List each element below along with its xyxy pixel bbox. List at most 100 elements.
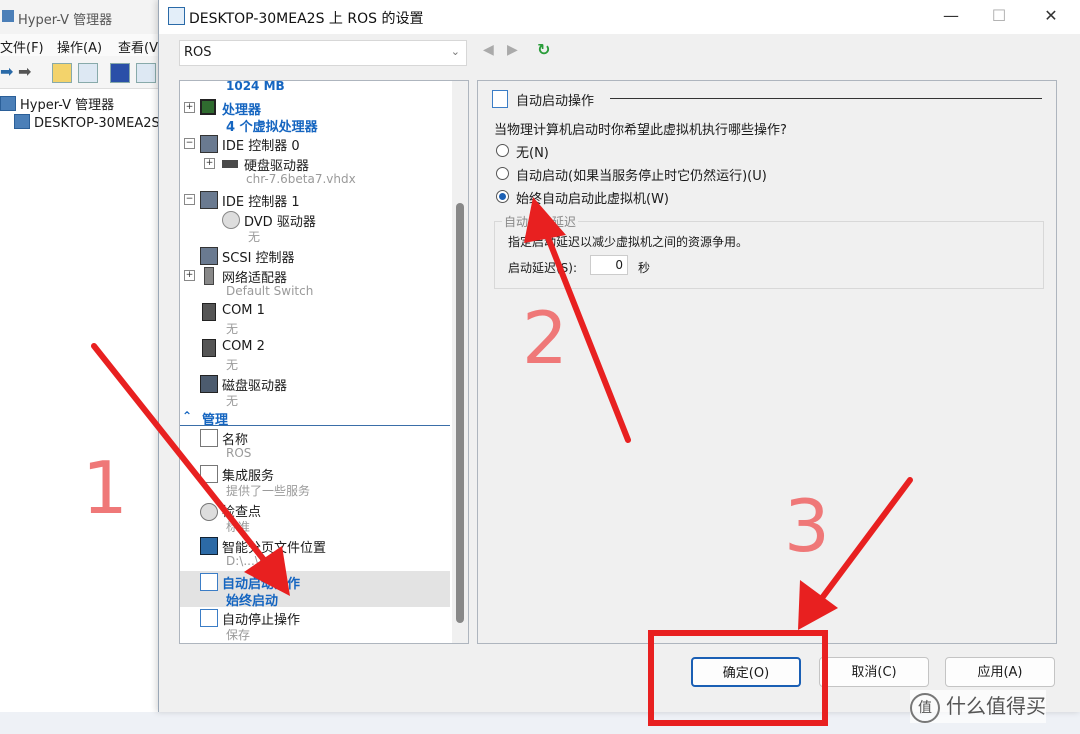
hdd-sub: chr-7.6beta7.vhdx: [246, 172, 356, 186]
heading-rule: [610, 98, 1042, 99]
console-tree-icon[interactable]: [78, 63, 98, 83]
integration-services-icon: [200, 465, 218, 483]
network-sub: Default Switch: [226, 284, 314, 298]
watermark-text: 什么值得买: [946, 694, 1046, 718]
tree-item-dvd[interactable]: DVD 驱动器 无: [180, 211, 450, 245]
chevron-down-icon: ⌄: [450, 45, 460, 58]
memory-value: 1024 MB: [226, 80, 285, 93]
annotation-highlight-box: [648, 630, 828, 726]
startup-delay-unit: 秒: [638, 261, 651, 275]
settings-tree-panel: 1024 MB + 处理器 4 个虚拟处理器 − IDE 控制器 0 + 硬盘驱…: [179, 80, 469, 644]
integration-sub: 提供了一些服务: [226, 484, 311, 498]
dialog-titlebar: DESKTOP-30MEA2S 上 ROS 的设置 — ☐ ✕: [159, 0, 1080, 34]
annotation-number-1: 1: [82, 446, 128, 530]
checkpoint-icon: [200, 503, 218, 521]
back-arrow-icon[interactable]: ➡: [0, 62, 13, 81]
autostart-sub: 始终启动: [226, 594, 279, 609]
nav-forward-button[interactable]: ▶: [507, 42, 518, 58]
expand-icon[interactable]: +: [184, 270, 195, 281]
tree-item-hdd[interactable]: + 硬盘驱动器 chr-7.6beta7.vhdx: [180, 155, 450, 189]
radio-auto-if-running[interactable]: [496, 167, 509, 180]
radio-always-start[interactable]: [496, 190, 509, 203]
maximize-button[interactable]: ☐: [979, 6, 1019, 25]
expand-icon[interactable]: +: [184, 102, 195, 113]
expand-icon[interactable]: +: [204, 158, 215, 169]
network-adapter-icon: [204, 267, 214, 285]
startup-question: 当物理计算机启动时你希望此虚拟机执行哪些操作?: [494, 123, 787, 138]
auto-stop-icon: [200, 609, 218, 627]
processor-sub: 4 个虚拟处理器: [226, 120, 318, 135]
radio-always-start-label[interactable]: 始终自动启动此虚拟机(W): [516, 188, 669, 207]
dvd-icon: [222, 211, 240, 229]
collapse-icon[interactable]: −: [184, 138, 195, 149]
ide-controller-icon: [200, 135, 218, 153]
hyperv-icon: [2, 10, 14, 22]
tree-item-processor[interactable]: + 处理器 4 个虚拟处理器: [180, 99, 450, 135]
startup-delay-input[interactable]: 0: [590, 255, 628, 275]
computer-icon: [14, 114, 30, 129]
folder-up-icon[interactable]: [52, 63, 72, 83]
ide-controller-icon: [200, 191, 218, 209]
radio-none[interactable]: [496, 144, 509, 157]
dvd-sub: 无: [248, 230, 261, 244]
refresh-button[interactable]: ↻: [537, 40, 550, 59]
radio-none-label[interactable]: 无(N): [516, 142, 549, 161]
menu-action[interactable]: 操作(A): [57, 37, 102, 56]
nav-back-button[interactable]: ◀: [483, 42, 494, 58]
annotation-number-3: 3: [784, 484, 830, 568]
auto-start-icon: [492, 90, 508, 108]
tree-item-com2[interactable]: COM 2 无: [180, 339, 450, 373]
scsi-label: SCSI 控制器: [222, 251, 295, 266]
cancel-button[interactable]: 取消(C): [819, 657, 929, 687]
tree-item-integration[interactable]: 集成服务 提供了一些服务: [180, 465, 450, 499]
tree-item-scsi[interactable]: SCSI 控制器: [180, 247, 450, 266]
autostop-sub: 保存: [226, 628, 251, 642]
show-pane-icon[interactable]: [136, 63, 156, 83]
tree-item-paging[interactable]: 智能分页文件位置 D:\...\ROS: [180, 537, 450, 571]
collapse-icon[interactable]: −: [184, 194, 195, 205]
name-sub: ROS: [226, 446, 252, 460]
tree-item-com1[interactable]: COM 1 无: [180, 303, 450, 337]
help-icon[interactable]: [110, 63, 130, 83]
tree-item-name[interactable]: 名称 ROS: [180, 429, 450, 463]
forward-arrow-icon[interactable]: ➡: [18, 62, 31, 81]
ide0-label: IDE 控制器 0: [222, 139, 300, 154]
name-tag-icon: [200, 429, 218, 447]
paging-file-icon: [200, 537, 218, 555]
processor-icon: [200, 99, 216, 115]
menu-file[interactable]: 文件(F): [0, 37, 44, 56]
tree-item-memory[interactable]: 1024 MB: [180, 81, 450, 95]
tree-scrollbar-thumb[interactable]: [456, 203, 464, 623]
tree-item-checkpoint[interactable]: 检查点 标准: [180, 501, 450, 535]
tree-item-ide0[interactable]: − IDE 控制器 0: [180, 135, 450, 154]
minimize-button[interactable]: —: [931, 6, 971, 25]
tree-item-network[interactable]: + 网络适配器 Default Switch: [180, 267, 450, 301]
dialog-title: DESKTOP-30MEA2S 上 ROS 的设置: [189, 11, 424, 27]
tree-desktop-host[interactable]: DESKTOP-30MEA2S: [14, 114, 160, 131]
apply-button[interactable]: 应用(A): [945, 657, 1055, 687]
com-port-icon: [202, 339, 216, 357]
vm-settings-icon: [168, 7, 185, 25]
menu-view[interactable]: 查看(V: [118, 37, 158, 56]
com1-sub: 无: [226, 322, 239, 336]
vm-select-value: ROS: [184, 45, 212, 60]
hard-disk-icon: [222, 160, 238, 168]
hyperv-toolbar: ➡ ➡: [0, 56, 160, 89]
com-port-icon: [202, 303, 216, 321]
tree-item-floppy[interactable]: 磁盘驱动器 无: [180, 375, 450, 409]
startup-delay-legend: 自动启动延迟: [502, 213, 579, 230]
server-icon: [0, 96, 16, 111]
tree-item-autostart[interactable]: 自动启动操作 始终启动: [180, 573, 450, 609]
hyperv-manager-window: Hyper-V 管理器 文件(F) 操作(A) 查看(V ➡ ➡ Hyper-V…: [0, 0, 160, 734]
vm-select-dropdown[interactable]: ROS ⌄: [179, 40, 467, 66]
com1-label: COM 1: [222, 303, 265, 318]
chevron-up-icon: ⌃: [182, 409, 193, 423]
tree-hyperv-manager[interactable]: Hyper-V 管理器: [0, 94, 114, 113]
tree-item-ide1[interactable]: − IDE 控制器 1: [180, 191, 450, 210]
tree-item-autostop[interactable]: 自动停止操作 保存: [180, 609, 450, 643]
hyperv-menu-bar: 文件(F) 操作(A) 查看(V: [0, 34, 160, 56]
floppy-disk-icon: [200, 375, 218, 393]
radio-auto-if-running-label[interactable]: 自动启动(如果当服务停止时它仍然运行)(U): [516, 165, 767, 184]
annotation-number-2: 2: [522, 296, 568, 380]
close-button[interactable]: ✕: [1031, 6, 1071, 25]
